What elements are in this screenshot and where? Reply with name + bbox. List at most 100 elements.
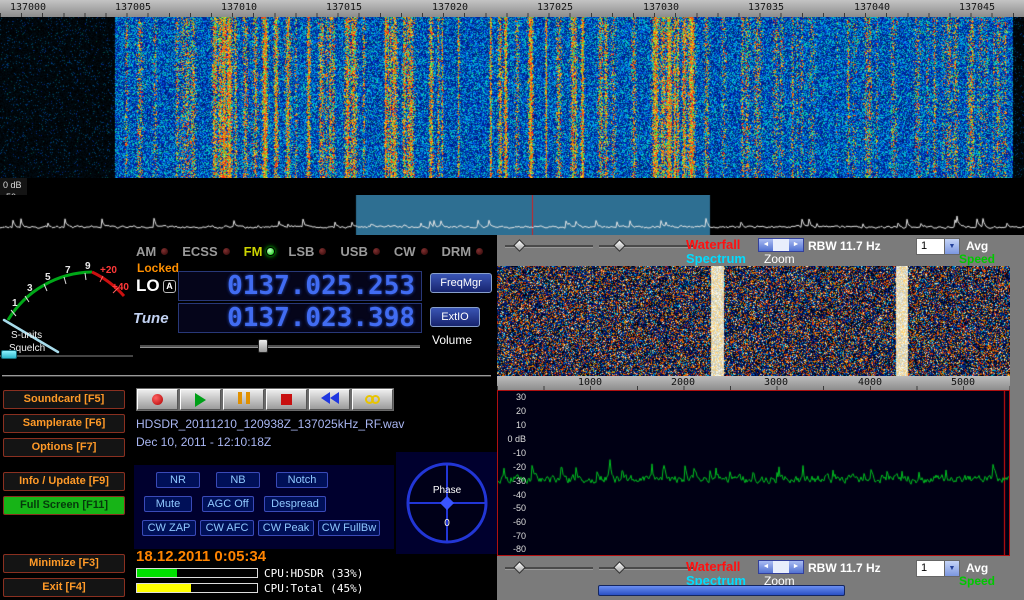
- despread-button[interactable]: Despread: [264, 496, 326, 512]
- mode-drm-led-icon: [475, 247, 484, 256]
- zoom-spinner-track[interactable]: [773, 561, 789, 573]
- zoom-label: Zoom: [764, 252, 795, 266]
- s-units-label: S-units: [11, 330, 42, 341]
- lo-frequency-display[interactable]: 0137.025.253: [178, 271, 422, 301]
- af-waterfall-controls: Waterfall Spectrum ◄ ► Zoom RBW 11.7 Hz …: [497, 235, 1024, 266]
- mode-fm[interactable]: FM: [244, 244, 276, 259]
- hdsdr-window: 137000 137005 137010 137015 137020 13702…: [0, 0, 1024, 600]
- pause-button[interactable]: [223, 389, 264, 410]
- mode-fm-label: FM: [244, 244, 263, 259]
- brightness-slider-thumb[interactable]: [513, 239, 526, 252]
- freq-tick-label: 137015: [320, 2, 368, 13]
- phase-scope: Phase 0: [396, 452, 498, 554]
- af-spectrum-controls: Waterfall Spectrum ◄ ► Zoom RBW 11.7 Hz …: [497, 557, 1024, 600]
- dsp-panel: NR NB Notch Mute AGC Off Despread CW ZAP…: [134, 465, 394, 549]
- zoom-spinner[interactable]: ◄ ►: [758, 238, 804, 252]
- af-db-label: -70: [500, 531, 526, 541]
- stop-icon: [281, 394, 292, 405]
- cw-afc-button[interactable]: CW AFC: [200, 520, 254, 536]
- dropdown-arrow-icon[interactable]: ▼: [944, 239, 959, 254]
- af-db-label: -60: [500, 517, 526, 527]
- agc-button[interactable]: AGC Off: [202, 496, 254, 512]
- contrast-slider-2-thumb[interactable]: [613, 561, 626, 574]
- exit-button[interactable]: Exit [F4]: [3, 578, 125, 597]
- squelch-slider[interactable]: [0, 355, 133, 357]
- record-button[interactable]: [137, 389, 178, 410]
- mode-cw-led-icon: [420, 247, 429, 256]
- freq-tick-label: 137020: [426, 2, 474, 13]
- zoom-left-icon[interactable]: ◄: [759, 239, 773, 251]
- smeter-tick-p20: +20: [100, 265, 117, 276]
- freq-tick-label: 137030: [637, 2, 685, 13]
- minimize-button[interactable]: Minimize [F3]: [3, 554, 125, 573]
- zoom-right-icon[interactable]: ►: [789, 239, 803, 251]
- af-db-label: 10: [500, 420, 526, 430]
- smeter-tick-1: 1: [12, 298, 18, 309]
- mode-cw[interactable]: CW: [394, 244, 429, 259]
- nb-button[interactable]: NB: [216, 472, 260, 488]
- playback-controls: [136, 388, 394, 411]
- main-waterfall-display[interactable]: [0, 0, 1024, 178]
- mute-button[interactable]: Mute: [144, 496, 192, 512]
- cw-fullbw-button[interactable]: CW FullBw: [318, 520, 380, 536]
- cpu-total-text: CPU:Total (45%): [262, 582, 365, 595]
- af-frequency-scale[interactable]: 1000 2000 3000 4000 5000: [497, 376, 1010, 390]
- tune-frequency-display[interactable]: 0137.023.398: [178, 303, 422, 333]
- freq-tick-label: 137010: [215, 2, 263, 13]
- main-spectrum-display[interactable]: [0, 195, 1024, 235]
- cw-peak-button[interactable]: CW Peak: [258, 520, 314, 536]
- mode-lsb[interactable]: LSB: [288, 244, 327, 259]
- freq-tick-label: 137025: [531, 2, 579, 13]
- extio-button[interactable]: ExtIO: [430, 307, 480, 327]
- fullscreen-button[interactable]: Full Screen [F11]: [3, 496, 125, 515]
- mode-usb[interactable]: USB: [340, 244, 380, 259]
- af-spectrum-display[interactable]: 30 20 10 0 dB -10 -20 -30 -40 -50 -60 -7…: [497, 390, 1010, 556]
- volume-slider-thumb[interactable]: [258, 339, 268, 353]
- soundcard-button[interactable]: Soundcard [F5]: [3, 390, 125, 409]
- spectrum-label: Spectrum: [686, 251, 746, 266]
- zoom-range-slider[interactable]: [598, 585, 845, 596]
- lo-lock-badge[interactable]: A: [163, 280, 176, 293]
- smeter-tick-3: 3: [27, 283, 33, 294]
- waterfall-label-2: Waterfall: [686, 559, 740, 574]
- zoom-left-icon[interactable]: ◄: [759, 561, 773, 573]
- notch-button[interactable]: Notch: [276, 472, 328, 488]
- mode-usb-label: USB: [340, 244, 367, 259]
- stop-button[interactable]: [266, 389, 307, 410]
- date-time-display: 18.12.2011 0:05:34: [136, 548, 266, 565]
- rewind-button[interactable]: [309, 389, 350, 410]
- freq-tick-label: 137035: [742, 2, 790, 13]
- dropdown-arrow-icon[interactable]: ▼: [944, 561, 959, 576]
- mode-lsb-led-icon: [318, 247, 327, 256]
- nr-button[interactable]: NR: [156, 472, 200, 488]
- smeter-tick-7: 7: [65, 265, 71, 276]
- freqmgr-button[interactable]: FreqMgr: [430, 273, 492, 293]
- avg-dropdown[interactable]: 1 ▼: [916, 238, 960, 255]
- options-button[interactable]: Options [F7]: [3, 438, 125, 457]
- cw-zap-button[interactable]: CW ZAP: [142, 520, 196, 536]
- squelch-slider-thumb[interactable]: [1, 350, 17, 359]
- zoom-spinner-track[interactable]: [773, 239, 789, 251]
- main-frequency-scale[interactable]: 137000 137005 137010 137015 137020 13702…: [0, 0, 1024, 17]
- af-waterfall-display[interactable]: [497, 266, 1010, 376]
- mode-am[interactable]: AM: [136, 244, 169, 259]
- zoom-spinner-2[interactable]: ◄ ►: [758, 560, 804, 574]
- af-tick-label: 3000: [754, 377, 798, 388]
- recording-filename: HDSDR_20111210_120938Z_137025kHz_RF.wav: [136, 417, 404, 431]
- contrast-slider-thumb[interactable]: [613, 239, 626, 252]
- avg-dropdown-2[interactable]: 1 ▼: [916, 560, 960, 577]
- mode-ecss[interactable]: ECSS: [182, 244, 230, 259]
- af-tick-label: 5000: [941, 377, 985, 388]
- samplerate-button[interactable]: Samplerate [F6]: [3, 414, 125, 433]
- cpu-hdsdr-fill: [137, 569, 177, 577]
- info-update-button[interactable]: Info / Update [F9]: [3, 472, 125, 491]
- loop-button[interactable]: [352, 389, 393, 410]
- zoom-right-icon[interactable]: ►: [789, 561, 803, 573]
- af-spectrum-canvas: [498, 391, 1009, 555]
- brightness-slider-2-thumb[interactable]: [513, 561, 526, 574]
- play-button[interactable]: [180, 389, 221, 410]
- tuning-slider[interactable]: [2, 375, 491, 377]
- volume-slider[interactable]: [140, 345, 420, 348]
- smeter-tick-9: 9: [85, 261, 91, 272]
- mode-drm[interactable]: DRM: [442, 244, 485, 259]
